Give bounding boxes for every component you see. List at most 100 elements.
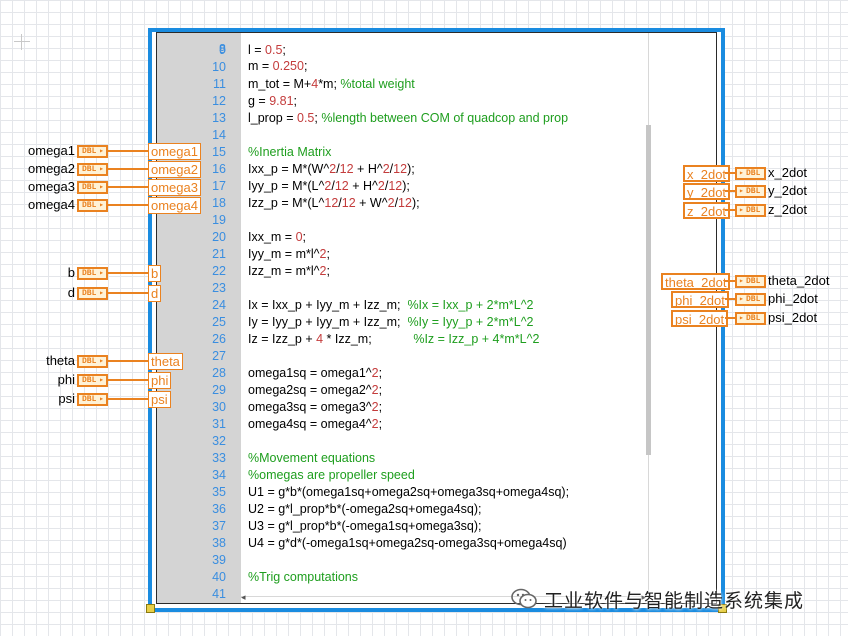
input-label: omega4	[28, 197, 75, 212]
line-number: 14	[212, 128, 226, 142]
numeric-literal: 12	[324, 196, 339, 210]
arrow-right-icon: ▸	[739, 206, 744, 215]
scroll-left-icon[interactable]: ◂	[241, 591, 246, 603]
code-text: omega1sq = omega1^2;	[248, 366, 383, 380]
dbl-control-terminal[interactable]: DBL ▸	[77, 393, 108, 406]
input-wire[interactable]	[108, 186, 148, 188]
dbl-type-label: DBL	[746, 187, 761, 196]
input-label: psi	[58, 391, 75, 406]
input-wire[interactable]	[108, 292, 148, 294]
mathscript-editor[interactable]: 8 m = 0.250; 9 l = 0.5; 10 11 m_tot = M+4*m;…	[156, 32, 717, 604]
input-wire[interactable]	[108, 360, 148, 362]
dbl-type-label: DBL	[82, 357, 97, 366]
dbl-type-label: DBL	[82, 183, 97, 192]
node-input-variable[interactable]: phi	[148, 372, 172, 389]
line-number: 21	[212, 247, 226, 261]
dbl-control-terminal[interactable]: DBL ▸	[77, 374, 108, 387]
line-number: 39	[212, 553, 226, 567]
input-wire[interactable]	[108, 398, 148, 400]
code-comment: %total weight	[340, 77, 415, 91]
output-wire[interactable]	[725, 190, 735, 192]
wechat-icon	[510, 587, 538, 611]
code-text: Ixx_p = M*(W^2/12 + H^2/12);	[248, 162, 415, 176]
numeric-literal: 2	[324, 179, 332, 193]
node-resize-icon[interactable]	[146, 604, 155, 613]
node-output-variable[interactable]: z_2dot	[683, 202, 731, 219]
arrow-right-icon: ▸	[739, 314, 744, 323]
input-wire[interactable]	[108, 379, 148, 381]
input-wire[interactable]	[108, 168, 148, 170]
dbl-indicator-terminal[interactable]: ▸ DBL	[735, 185, 766, 198]
dbl-control-terminal[interactable]: DBL ▸	[77, 145, 108, 158]
dbl-control-terminal[interactable]: DBL ▸	[77, 199, 108, 212]
dbl-indicator-terminal[interactable]: ▸ DBL	[735, 275, 766, 288]
numeric-literal: 0.5	[297, 111, 315, 125]
output-wire[interactable]	[725, 317, 735, 319]
dbl-control-terminal[interactable]: DBL ▸	[77, 181, 108, 194]
dbl-indicator-terminal[interactable]: ▸ DBL	[735, 293, 766, 306]
code-text: U1 = g*b*(omega1sq+omega2sq+omega3sq+ome…	[248, 485, 570, 499]
numeric-literal: 2	[319, 264, 327, 278]
line-number: 26	[212, 332, 226, 346]
dbl-control-terminal[interactable]: DBL ▸	[77, 163, 108, 176]
node-input-variable[interactable]: d	[148, 285, 162, 302]
node-input-variable[interactable]: omega3	[148, 179, 201, 196]
dbl-indicator-terminal[interactable]: ▸ DBL	[735, 312, 766, 325]
dbl-control-terminal[interactable]: DBL ▸	[77, 287, 108, 300]
dbl-type-label: DBL	[82, 165, 97, 174]
code-text: Iyy_p = M*(L^2/12 + H^2/12);	[248, 179, 410, 193]
dbl-control-terminal[interactable]: DBL ▸	[77, 355, 108, 368]
vertical-scrollbar[interactable]	[646, 33, 652, 591]
node-input-variable[interactable]: omega1	[148, 143, 201, 160]
arrow-right-icon: ▸	[739, 187, 744, 196]
numeric-literal: 2	[371, 383, 379, 397]
line-number: 22	[212, 264, 226, 278]
code-text: g = 9.81;	[248, 94, 298, 108]
numeric-literal: 12	[398, 196, 412, 210]
code-text: %Inertia Matrix	[248, 144, 331, 161]
output-wire[interactable]	[725, 298, 735, 300]
scroll-thumb[interactable]	[646, 125, 651, 455]
input-label: theta	[46, 353, 75, 368]
output-wire[interactable]	[725, 209, 735, 211]
node-output-variable[interactable]: y_2dot	[683, 183, 731, 200]
node-output-variable[interactable]: x_2dot	[683, 165, 731, 182]
node-input-variable[interactable]: b	[148, 265, 162, 282]
line-number: 40	[212, 570, 226, 584]
code-text: l_prop = 0.5; %length between COM of qua…	[248, 111, 569, 125]
node-input-variable[interactable]: omega2	[148, 161, 201, 178]
dbl-type-label: DBL	[82, 201, 97, 210]
code-comment: %Iz = Izz_p + 4*m*L^2	[413, 332, 540, 346]
arrow-right-icon: ▸	[739, 169, 744, 178]
code-text: omega3sq = omega3^2;	[248, 400, 383, 414]
numeric-literal: 2	[371, 417, 379, 431]
dbl-indicator-terminal[interactable]: ▸ DBL	[735, 167, 766, 180]
output-wire[interactable]	[725, 280, 735, 282]
node-output-variable[interactable]: psi_2dot	[671, 310, 729, 327]
input-label: d	[67, 285, 75, 300]
output-label: y_2dot	[768, 183, 808, 198]
code-text: U3 = g*l_prop*b*(-omega1sq+omega3sq);	[248, 519, 482, 533]
dbl-control-terminal[interactable]: DBL ▸	[77, 267, 108, 280]
dbl-type-label: DBL	[746, 314, 761, 323]
output-label: z_2dot	[768, 202, 808, 217]
code-text: omega4sq = omega4^2;	[248, 417, 383, 431]
input-wire[interactable]	[108, 272, 148, 274]
line-number: 32	[212, 434, 226, 448]
input-wire[interactable]	[108, 150, 148, 152]
line-number: 10	[212, 60, 226, 74]
mathscript-node[interactable]: 8 m = 0.250; 9 l = 0.5; 10 11 m_tot = M+4*m;…	[148, 28, 725, 612]
node-input-variable[interactable]: theta	[148, 353, 183, 370]
node-input-variable[interactable]: omega4	[148, 197, 201, 214]
output-wire[interactable]	[725, 172, 735, 174]
node-output-variable[interactable]: phi_2dot	[671, 291, 729, 308]
dbl-type-label: DBL	[82, 147, 97, 156]
line-number: 34	[212, 468, 226, 482]
node-output-variable[interactable]: theta_2dot	[661, 273, 731, 290]
numeric-literal: 12	[334, 179, 349, 193]
code-text: Iyy_m = m*l^2;	[248, 247, 330, 261]
dbl-indicator-terminal[interactable]: ▸ DBL	[735, 204, 766, 217]
input-wire[interactable]	[108, 204, 148, 206]
node-input-variable[interactable]: psi	[148, 391, 171, 408]
arrow-right-icon: ▸	[99, 165, 104, 174]
